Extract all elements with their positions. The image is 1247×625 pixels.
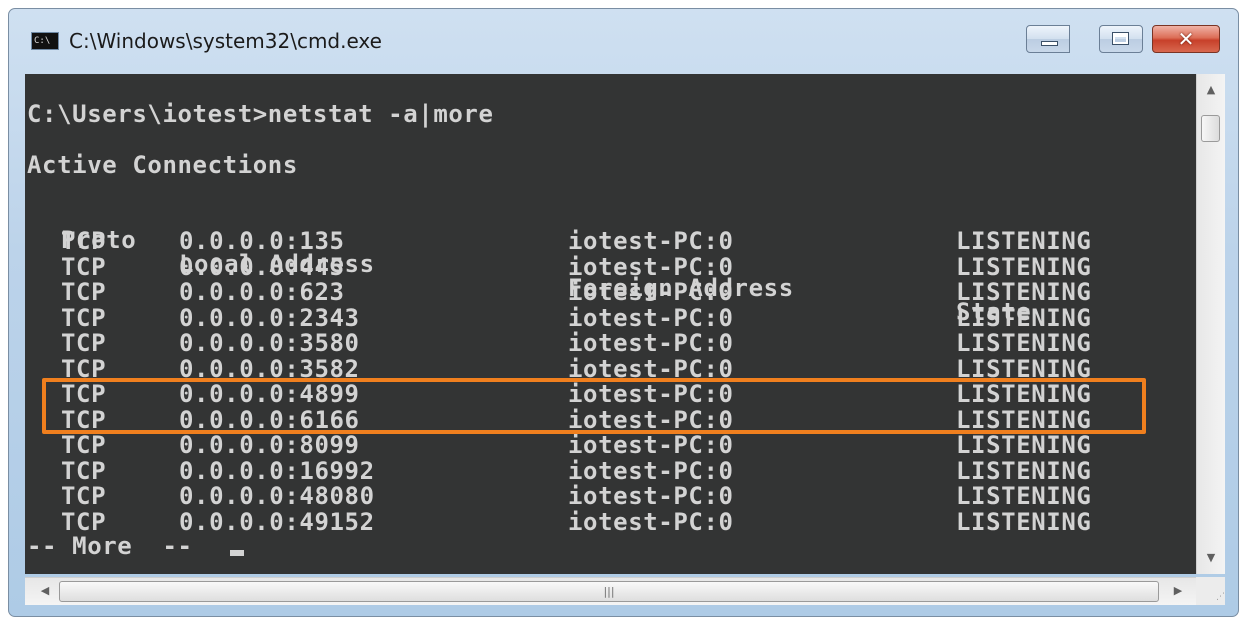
row-foreign-address: iotest-PC:0 xyxy=(568,329,734,357)
row-foreign-address: iotest-PC:0 xyxy=(568,354,734,383)
row-local-address: 0.0.0.0:2343 xyxy=(179,303,360,332)
row-local-address: 0.0.0.0:3582 xyxy=(179,354,360,383)
cmd-app-icon[interactable]: C:\ xyxy=(31,32,59,50)
row-local-address: 0.0.0.0:8099 xyxy=(179,431,360,459)
row-proto: TCP xyxy=(61,431,107,459)
row-proto: TCP xyxy=(61,482,107,510)
row-state: LISTENING xyxy=(956,482,1092,510)
cmd-window: C:\ C:\Windows\system32\cmd.exe ✕ C:\Use… xyxy=(8,8,1239,617)
close-button[interactable]: ✕ xyxy=(1152,25,1220,53)
highlight-box xyxy=(42,377,1146,434)
title-bar[interactable]: C:\ C:\Windows\system32\cmd.exe ✕ xyxy=(9,9,1238,65)
minimize-icon xyxy=(1041,41,1058,46)
close-icon: ✕ xyxy=(1177,27,1195,51)
row-foreign-address: iotest-PC:0 xyxy=(568,507,734,536)
row-proto: TCP xyxy=(61,278,107,306)
row-foreign-address: iotest-PC:0 xyxy=(568,278,734,306)
horizontal-scroll-thumb[interactable]: ||| xyxy=(59,581,1159,602)
minimize-button[interactable] xyxy=(1026,25,1070,53)
row-foreign-address: iotest-PC:0 xyxy=(568,252,734,281)
row-foreign-address: iotest-PC:0 xyxy=(568,456,734,485)
row-state: LISTENING xyxy=(956,507,1092,536)
row-state: LISTENING xyxy=(956,227,1092,255)
text-cursor xyxy=(230,550,244,556)
row-local-address: 0.0.0.0:48080 xyxy=(179,482,375,510)
row-proto: TCP xyxy=(61,252,107,281)
row-local-address: 0.0.0.0:3580 xyxy=(179,329,360,357)
scroll-right-icon[interactable]: ▶ xyxy=(1164,578,1192,605)
row-state: LISTENING xyxy=(956,329,1092,357)
active-connections-heading: Active Connections xyxy=(27,151,298,179)
scroll-left-icon[interactable]: ◀ xyxy=(31,578,59,605)
row-proto: TCP xyxy=(61,507,107,536)
row-state: LISTENING xyxy=(956,303,1092,332)
row-foreign-address: iotest-PC:0 xyxy=(568,303,734,332)
row-state: LISTENING xyxy=(956,354,1092,383)
row-proto: TCP xyxy=(61,329,107,357)
scroll-down-icon[interactable]: ▼ xyxy=(1197,546,1225,570)
row-proto: TCP xyxy=(61,303,107,332)
grip-icon: ||| xyxy=(603,585,615,598)
row-foreign-address: iotest-PC:0 xyxy=(568,227,734,255)
row-foreign-address: iotest-PC:0 xyxy=(568,482,734,510)
row-state: LISTENING xyxy=(956,431,1092,459)
more-prompt: -- More -- xyxy=(27,532,193,560)
maximize-icon xyxy=(1112,32,1129,45)
resize-grip-icon[interactable]: ⋰ xyxy=(1196,577,1225,605)
row-proto: TCP xyxy=(61,456,107,485)
row-proto: TCP xyxy=(61,354,107,383)
row-foreign-address: iotest-PC:0 xyxy=(568,431,734,459)
vertical-scrollbar[interactable]: ▲ ▼ xyxy=(1196,74,1225,574)
scroll-up-icon[interactable]: ▲ xyxy=(1197,78,1225,102)
horizontal-scrollbar[interactable]: ◀ ||| ▶ xyxy=(25,577,1196,605)
vertical-scroll-thumb[interactable] xyxy=(1201,115,1220,142)
row-local-address: 0.0.0.0:135 xyxy=(179,227,345,255)
row-state: LISTENING xyxy=(956,252,1092,281)
maximize-button[interactable] xyxy=(1099,25,1143,53)
row-local-address: 0.0.0.0:49152 xyxy=(179,507,375,536)
row-local-address: 0.0.0.0:16992 xyxy=(179,456,375,485)
row-proto: TCP xyxy=(61,227,107,255)
row-state: LISTENING xyxy=(956,278,1092,306)
row-state: LISTENING xyxy=(956,456,1092,485)
command-prompt-line: C:\Users\iotest>netstat -a|more xyxy=(27,100,494,128)
console-output[interactable]: C:\Users\iotest>netstat -a|more Active C… xyxy=(25,74,1196,574)
row-local-address: 0.0.0.0:445 xyxy=(179,252,345,281)
window-title: C:\Windows\system32\cmd.exe xyxy=(69,29,382,53)
row-local-address: 0.0.0.0:623 xyxy=(179,278,345,306)
